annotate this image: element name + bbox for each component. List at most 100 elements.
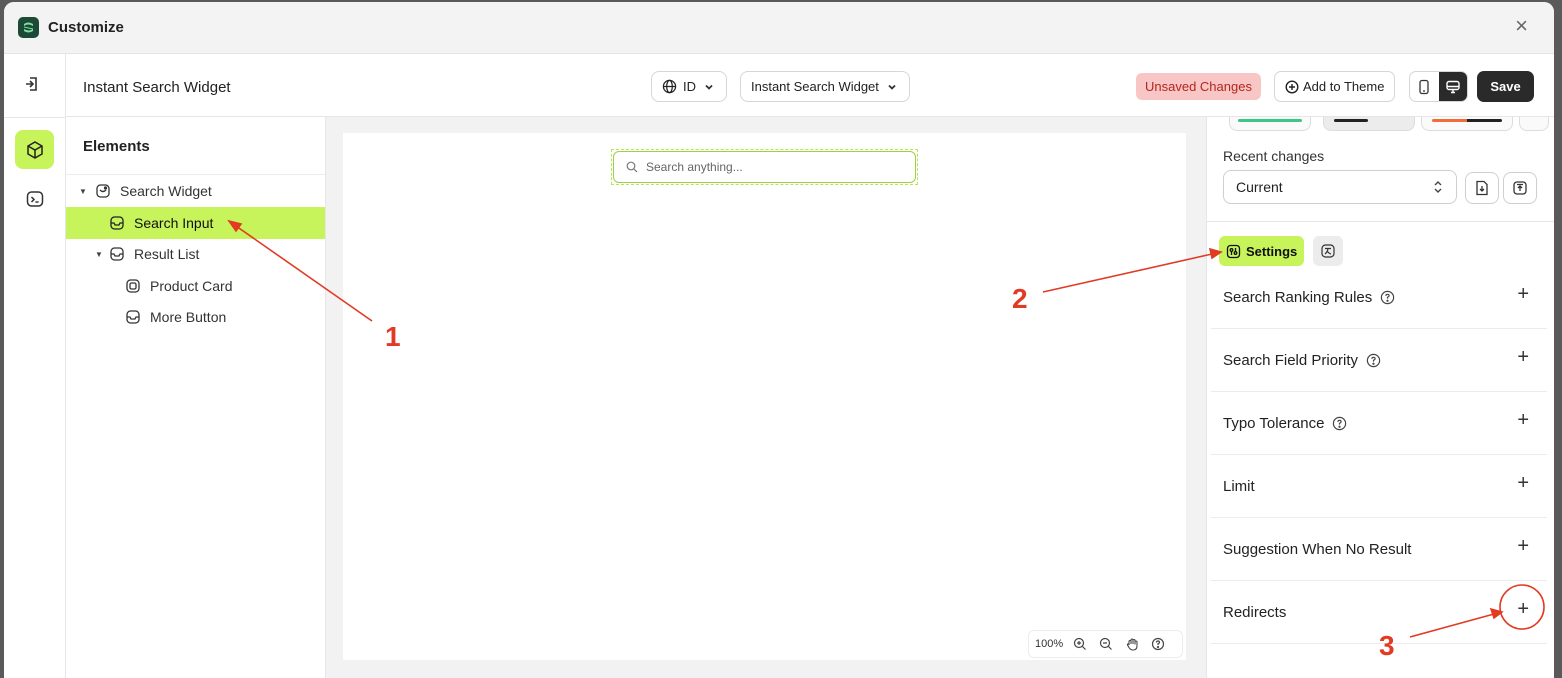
caret-down-icon[interactable]: ▼ bbox=[77, 187, 89, 196]
plus-circle-icon bbox=[1285, 79, 1299, 94]
terminal-icon bbox=[26, 190, 43, 207]
tree-item-label: Result List bbox=[134, 246, 200, 262]
tree-item-search-widget[interactable]: ▼ Search Widget bbox=[66, 175, 325, 207]
desktop-view-button[interactable] bbox=[1438, 72, 1467, 101]
language-select[interactable]: ID bbox=[651, 71, 727, 102]
left-rail bbox=[4, 54, 66, 678]
section-label: Search Ranking Rules bbox=[1223, 288, 1373, 306]
help-circle-icon[interactable] bbox=[1380, 290, 1395, 305]
exit-icon[interactable] bbox=[23, 75, 41, 93]
cube-icon bbox=[26, 140, 43, 159]
preview-search-box[interactable] bbox=[613, 151, 916, 183]
add-to-theme-label: Add to Theme bbox=[1303, 79, 1385, 94]
plus-icon[interactable]: + bbox=[1517, 599, 1529, 619]
add-to-theme-button[interactable]: Add to Theme bbox=[1274, 71, 1396, 102]
export-button[interactable] bbox=[1503, 172, 1537, 204]
list-icon bbox=[109, 246, 125, 262]
search-input-selection bbox=[611, 149, 918, 185]
mobile-view-button[interactable] bbox=[1410, 72, 1439, 101]
plus-icon[interactable]: + bbox=[1517, 536, 1529, 556]
button-icon bbox=[125, 309, 141, 325]
section-search-ranking-rules[interactable]: Search Ranking Rules + bbox=[1211, 266, 1547, 329]
plus-icon[interactable]: + bbox=[1517, 473, 1529, 493]
elements-tab-button[interactable] bbox=[15, 130, 54, 169]
help-circle-icon[interactable] bbox=[1332, 416, 1347, 431]
theme-swatch[interactable] bbox=[1421, 117, 1513, 131]
panel-divider bbox=[1207, 221, 1554, 222]
import-icon bbox=[1476, 180, 1488, 196]
section-limit[interactable]: Limit + bbox=[1211, 455, 1547, 518]
zoom-level: 100% bbox=[1035, 638, 1064, 650]
tree-item-label: Search Widget bbox=[120, 183, 212, 199]
zoom-out-icon[interactable] bbox=[1097, 635, 1115, 653]
help-circle-icon[interactable] bbox=[1149, 635, 1167, 653]
zoom-in-icon[interactable] bbox=[1071, 635, 1089, 653]
tree-item-result-list[interactable]: ▼ Result List bbox=[66, 238, 325, 270]
theme-swatch[interactable] bbox=[1519, 117, 1549, 131]
widget-select-value: Instant Search Widget bbox=[751, 79, 879, 94]
caret-down-icon[interactable]: ▼ bbox=[93, 250, 105, 259]
desktop-icon bbox=[1446, 80, 1460, 93]
import-button[interactable] bbox=[1465, 172, 1499, 204]
chevron-updown-icon bbox=[1434, 181, 1442, 193]
section-label: Search Field Priority bbox=[1223, 351, 1359, 369]
plus-icon[interactable]: + bbox=[1517, 347, 1529, 367]
recent-changes-select[interactable]: Current bbox=[1223, 170, 1457, 204]
language-value: ID bbox=[683, 79, 696, 94]
tab-settings-label: Settings bbox=[1246, 243, 1298, 259]
widget-select[interactable]: Instant Search Widget bbox=[740, 71, 910, 102]
app-logo-icon bbox=[18, 17, 39, 38]
device-toggle bbox=[1409, 71, 1468, 102]
tree-item-product-card[interactable]: Product Card bbox=[66, 270, 325, 302]
export-icon bbox=[1513, 181, 1527, 195]
page-title: Instant Search Widget bbox=[83, 79, 231, 96]
close-icon[interactable]: × bbox=[1515, 15, 1528, 37]
section-label: Redirects bbox=[1223, 603, 1287, 621]
annotation-number-2: 2 bbox=[1012, 283, 1028, 314]
save-button[interactable]: Save bbox=[1477, 71, 1534, 102]
tree-item-label: Product Card bbox=[150, 278, 233, 294]
elements-panel: Elements ▼ Search Widget Search Input ▼ … bbox=[66, 117, 326, 678]
elements-title: Elements bbox=[83, 138, 150, 155]
section-typo-tolerance[interactable]: Typo Tolerance + bbox=[1211, 392, 1547, 455]
search-input[interactable] bbox=[646, 160, 886, 174]
tree-item-more-button[interactable]: More Button bbox=[66, 301, 325, 333]
plus-icon[interactable]: + bbox=[1517, 284, 1529, 304]
canvas-area: 100% bbox=[326, 117, 1206, 678]
section-label: Typo Tolerance bbox=[1223, 414, 1325, 432]
zoom-toolbar: 100% bbox=[1028, 630, 1183, 658]
customize-window: Customize × Instant Search Widget ID Ins… bbox=[4, 2, 1554, 678]
mobile-icon bbox=[1419, 79, 1429, 94]
chevron-down-icon bbox=[705, 84, 713, 90]
editor-header: Instant Search Widget ID Instant Search … bbox=[66, 54, 1554, 117]
rail-divider bbox=[4, 117, 66, 118]
tree-item-label: Search Input bbox=[134, 215, 214, 231]
section-search-field-priority[interactable]: Search Field Priority + bbox=[1211, 329, 1547, 392]
section-label: Limit bbox=[1223, 477, 1255, 495]
search-icon bbox=[626, 161, 638, 173]
theme-swatch[interactable] bbox=[1323, 117, 1415, 131]
section-suggestion-when-no-result[interactable]: Suggestion When No Result + bbox=[1211, 518, 1547, 581]
code-tab-button[interactable] bbox=[15, 179, 54, 218]
input-icon bbox=[109, 215, 125, 231]
plus-icon[interactable]: + bbox=[1517, 410, 1529, 430]
tab-settings[interactable]: Settings bbox=[1219, 236, 1305, 266]
window-title: Customize bbox=[48, 19, 124, 36]
tree-item-search-input[interactable]: Search Input bbox=[66, 207, 325, 239]
hand-pan-icon[interactable] bbox=[1123, 635, 1141, 653]
section-label: Suggestion When No Result bbox=[1223, 540, 1412, 558]
title-bar: Customize × bbox=[4, 2, 1554, 54]
unsaved-changes-badge: Unsaved Changes bbox=[1136, 73, 1261, 100]
annotation-number-1: 1 bbox=[385, 321, 401, 352]
recent-changes-label: Recent changes bbox=[1223, 148, 1325, 164]
chevron-down-icon bbox=[888, 84, 896, 90]
globe-icon bbox=[662, 79, 677, 94]
help-circle-icon[interactable] bbox=[1366, 353, 1381, 368]
tab-translate[interactable] bbox=[1313, 236, 1343, 266]
widget-icon bbox=[95, 183, 111, 199]
recent-changes-value: Current bbox=[1236, 179, 1283, 195]
settings-panel: Recent changes Current Settings Search R… bbox=[1206, 117, 1554, 678]
translate-icon bbox=[1321, 244, 1335, 258]
theme-swatch[interactable] bbox=[1229, 117, 1311, 131]
settings-sliders-icon bbox=[1226, 244, 1241, 258]
